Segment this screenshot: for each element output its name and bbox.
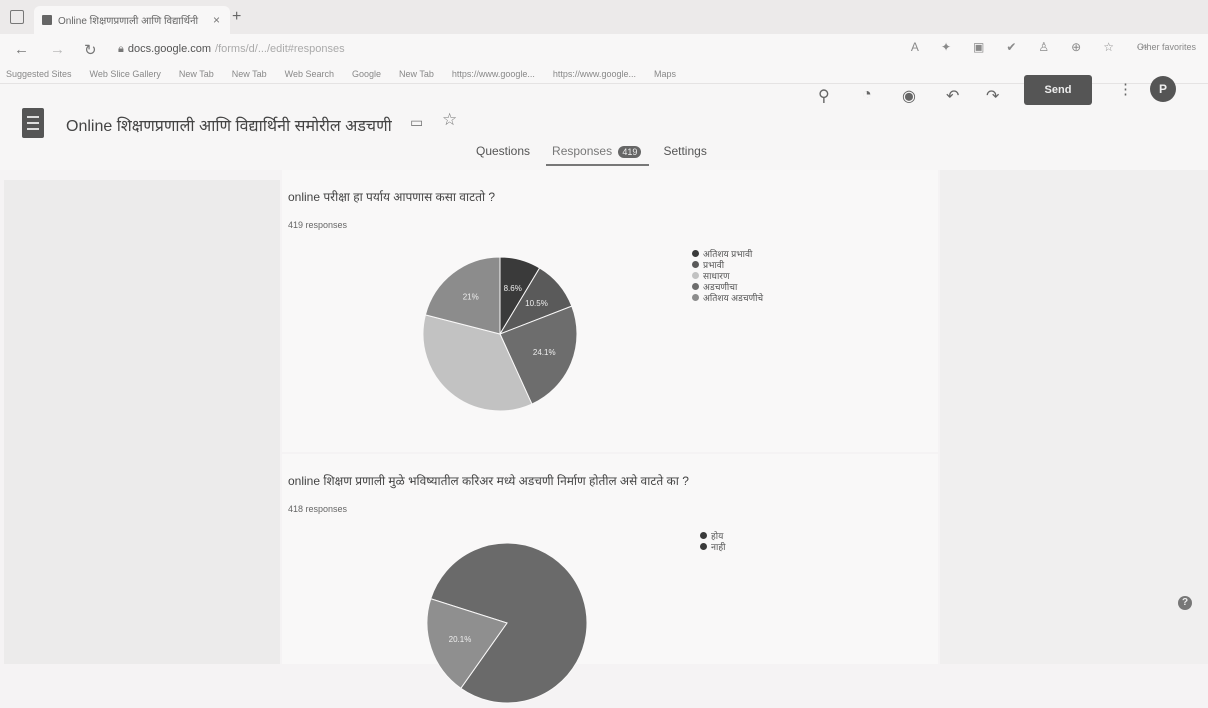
forms-tab-icon <box>42 15 52 25</box>
address-bar-row: ← → ↻ 🔒︎ docs.google.com /forms/d/.../ed… <box>0 34 1208 64</box>
bookmark-item[interactable]: New Tab <box>232 69 267 79</box>
form-title[interactable]: Online शिक्षणप्रणाली आणि विद्यार्थिनी सम… <box>66 114 392 136</box>
legend-dot <box>692 294 699 301</box>
tab-questions[interactable]: Questions <box>476 144 530 158</box>
right-panel <box>940 170 1208 664</box>
toolbar-extensions: A ✦ ▣ ✔ ♙ ⊕ ☆ ⋯ <box>911 40 1148 54</box>
other-favorites[interactable]: Other favorites <box>1137 42 1196 52</box>
send-button[interactable]: Send <box>1024 75 1092 105</box>
read-aloud-icon[interactable]: A <box>911 40 919 54</box>
browser-tab-bar: Online शिक्षणप्रणाली आणि विद्यार्थिनी × … <box>0 0 1208 34</box>
tab-settings[interactable]: Settings <box>663 144 706 158</box>
bookmark-item[interactable]: Maps <box>654 69 676 79</box>
pie-data-label: 8.6% <box>504 284 522 293</box>
pie-data-label: 21% <box>463 292 479 301</box>
window-menu-icon[interactable] <box>10 10 24 24</box>
addon-icon[interactable]: ⚲ <box>818 86 830 106</box>
avatar[interactable]: P <box>1150 76 1176 102</box>
legend-dot <box>692 272 699 279</box>
url-host: docs.google.com <box>127 43 212 55</box>
tab-title: Online शिक्षणप्रणाली आणि विद्यार्थिनी <box>58 16 199 27</box>
redo-icon[interactable]: ↷ <box>986 86 999 106</box>
question-card-1: online परीक्षा हा पर्याय आपणास कसा वाटतो… <box>282 170 938 452</box>
url-path: /forms/d/.../edit#responses <box>215 43 345 55</box>
response-count: 418 responses <box>288 504 348 514</box>
question-card-2: online शिक्षण प्रणाली मुळे भविष्यातील कर… <box>282 454 938 704</box>
browser-tab[interactable]: Online शिक्षणप्रणाली आणि विद्यार्थिनी × <box>34 6 230 34</box>
tab-close-icon[interactable]: × <box>213 13 220 27</box>
pie-data-label: 20.1% <box>449 635 472 644</box>
legend-dot <box>692 250 699 257</box>
responses-count-badge: 419 <box>618 146 642 158</box>
profile-ext-icon[interactable]: ♙ <box>1038 40 1049 54</box>
legend-dot <box>692 283 699 290</box>
form-tabs: Questions Responses 419 Settings <box>476 144 707 166</box>
left-panel <box>4 180 280 664</box>
bookmark-item[interactable]: https://www.google... <box>452 69 535 79</box>
folder-icon[interactable]: ▭ <box>410 114 423 131</box>
new-tab-button[interactable]: + <box>232 8 241 26</box>
main-content: online परीक्षा हा पर्याय आपणास कसा वाटतो… <box>0 170 1208 704</box>
chart-legend-1: अतिशय प्रभावी प्रभावी साधारण अडचणीचा अति… <box>692 248 763 303</box>
collections-icon[interactable]: ▣ <box>973 40 984 54</box>
bookmark-item[interactable]: New Tab <box>179 69 214 79</box>
tab-responses[interactable]: Responses 419 <box>546 144 650 166</box>
extension-icon[interactable]: ✦ <box>941 40 951 54</box>
pie-chart-2: 20.1% <box>426 542 588 704</box>
pie-chart-1: 8.6%10.5% 24.1% 21% <box>422 256 578 412</box>
bookmark-item[interactable]: Web Slice Gallery <box>90 69 161 79</box>
legend-label: नाही <box>711 542 726 552</box>
star-icon[interactable]: ☆ <box>442 110 457 130</box>
check-icon[interactable]: ✔ <box>1006 40 1016 54</box>
question-title: online परीक्षा हा पर्याय आपणास कसा वाटतो… <box>288 190 496 204</box>
url-field[interactable]: 🔒︎ docs.google.com /forms/d/.../edit#res… <box>118 39 678 59</box>
back-icon[interactable]: ← <box>14 41 29 58</box>
tab-responses-label: Responses <box>552 144 613 158</box>
legend-dot <box>692 261 699 268</box>
help-icon[interactable]: ? <box>1178 596 1192 610</box>
legend-item: नाही <box>700 541 725 552</box>
undo-icon[interactable]: ↶ <box>946 86 959 106</box>
legend-dot <box>700 532 707 539</box>
legend-label: अतिशय अडचणीचे <box>703 293 764 303</box>
response-count: 419 responses <box>288 220 348 230</box>
palette-icon[interactable]: ◔ <box>862 86 872 104</box>
bookmark-item[interactable]: https://www.google... <box>553 69 636 79</box>
legend-dot <box>700 543 707 550</box>
lock-icon: 🔒︎ <box>118 42 124 55</box>
more-options-icon[interactable]: ⋮ <box>1118 80 1133 98</box>
bookmark-item[interactable]: New Tab <box>399 69 434 79</box>
bookmark-item[interactable]: Web Search <box>285 69 334 79</box>
forms-logo-icon <box>22 108 44 138</box>
pie-data-label: 10.5% <box>525 299 548 308</box>
preview-eye-icon[interactable]: ◉ <box>902 86 916 106</box>
bookmark-item[interactable]: Google <box>352 69 381 79</box>
pie-data-label: 24.1% <box>533 348 556 357</box>
form-header: Online शिक्षणप्रणाली आणि विद्यार्थिनी सम… <box>0 75 1208 170</box>
favorites-icon[interactable]: ☆ <box>1103 40 1114 54</box>
bookmark-item[interactable]: Suggested Sites <box>6 69 72 79</box>
legend-item: अतिशय अडचणीचे <box>692 292 763 303</box>
forward-icon[interactable]: → <box>50 41 65 58</box>
chart-legend-2: होय नाही <box>700 530 725 552</box>
question-title: online शिक्षण प्रणाली मुळे भविष्यातील कर… <box>288 474 689 488</box>
reload-icon[interactable]: ↻ <box>84 41 97 59</box>
puzzle-icon[interactable]: ⊕ <box>1071 40 1081 54</box>
